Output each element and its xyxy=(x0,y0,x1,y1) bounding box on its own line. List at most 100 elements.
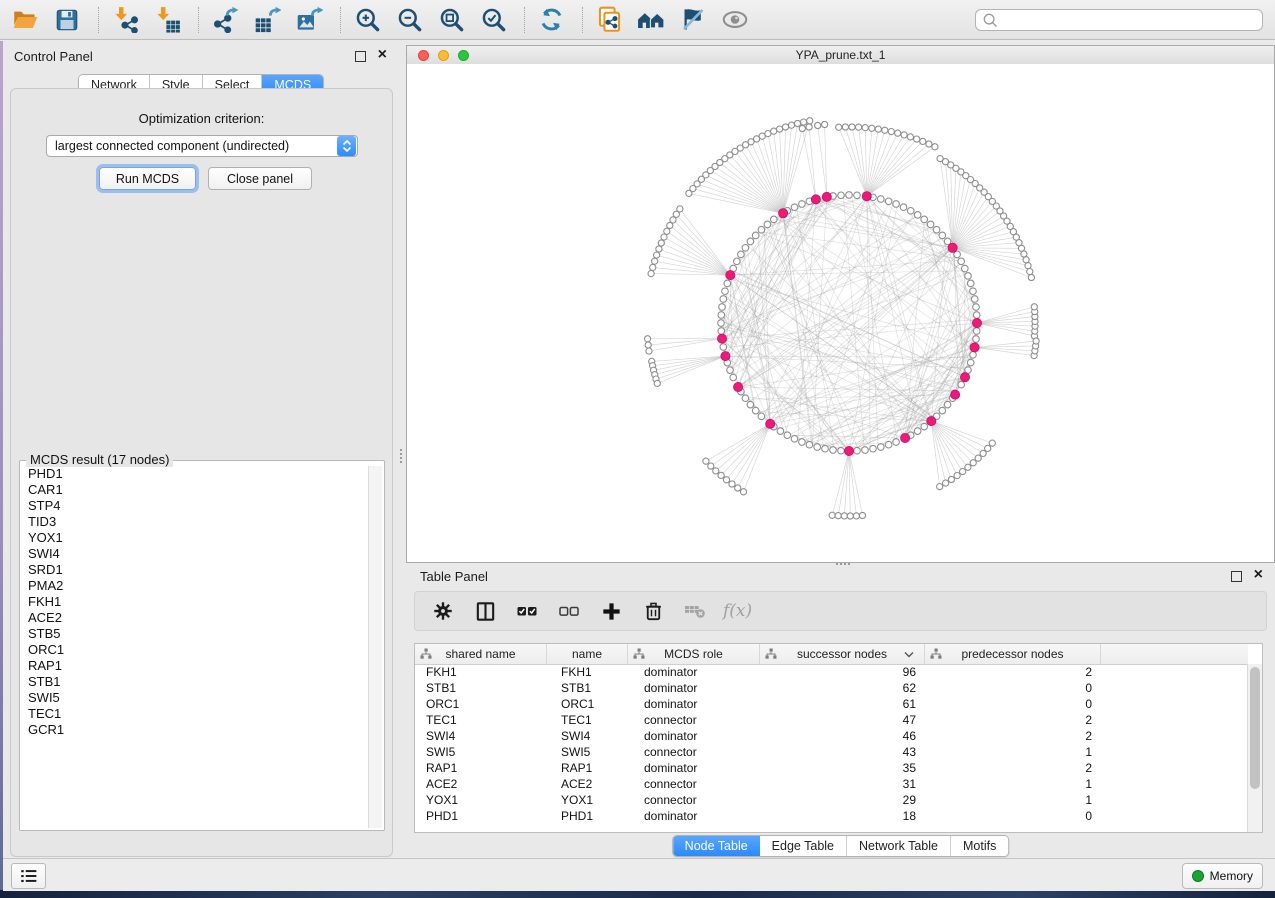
leaf-node[interactable] xyxy=(661,234,667,240)
list-item[interactable]: SWI4 xyxy=(22,546,367,562)
ring-node[interactable] xyxy=(914,428,921,435)
ring-node[interactable] xyxy=(878,444,885,451)
mcds-hub-node[interactable] xyxy=(822,192,831,201)
leaf-node[interactable] xyxy=(718,472,724,478)
leaf-node[interactable] xyxy=(895,130,901,136)
criterion-dropdown[interactable]: largest connected component (undirected) xyxy=(46,135,358,157)
column-header-name[interactable]: name xyxy=(547,644,628,664)
zoom-out-button[interactable] xyxy=(394,5,424,35)
leaf-node[interactable] xyxy=(788,122,794,128)
import-network-button[interactable] xyxy=(110,5,140,35)
ring-node[interactable] xyxy=(791,204,798,211)
leaf-node[interactable] xyxy=(989,440,995,446)
leaf-node[interactable] xyxy=(646,348,652,354)
leaf-node[interactable] xyxy=(926,141,932,147)
ring-node[interactable] xyxy=(806,441,813,448)
list-item[interactable]: GCR1 xyxy=(22,722,367,738)
mcds-hub-node[interactable] xyxy=(951,390,960,399)
ring-node[interactable] xyxy=(799,201,806,208)
leaf-node[interactable] xyxy=(970,460,976,466)
leaf-node[interactable] xyxy=(965,464,971,470)
ring-node[interactable] xyxy=(967,359,974,366)
leaf-node[interactable] xyxy=(652,258,658,264)
leaf-node[interactable] xyxy=(907,134,913,140)
leaf-node[interactable] xyxy=(740,489,746,495)
leaf-node[interactable] xyxy=(807,118,813,124)
ring-node[interactable] xyxy=(921,423,928,430)
ring-node[interactable] xyxy=(764,221,771,228)
table-row[interactable]: YOX1YOX1connector291 xyxy=(415,792,1248,808)
ring-node[interactable] xyxy=(921,216,928,223)
ring-node[interactable] xyxy=(720,344,727,351)
leaf-node[interactable] xyxy=(849,124,855,130)
zoom-selected-button[interactable] xyxy=(478,5,508,35)
leaf-node[interactable] xyxy=(847,513,853,519)
ring-node[interactable] xyxy=(799,439,806,446)
ring-node[interactable] xyxy=(862,447,869,454)
ring-node[interactable] xyxy=(958,258,965,265)
column-header-mcds-role[interactable]: MCDS role xyxy=(628,644,760,664)
table-row[interactable]: PHD1PHD1dominator180 xyxy=(415,808,1248,824)
mcds-hub-node[interactable] xyxy=(726,271,735,280)
ring-node[interactable] xyxy=(747,238,754,245)
leaf-node[interactable] xyxy=(882,127,888,133)
ring-node[interactable] xyxy=(927,221,934,228)
ring-node[interactable] xyxy=(970,288,977,295)
mcds-hub-node[interactable] xyxy=(862,192,871,201)
list-item[interactable]: YOX1 xyxy=(22,530,367,546)
ring-node[interactable] xyxy=(822,445,829,452)
leaf-node[interactable] xyxy=(667,222,673,228)
leaf-node[interactable] xyxy=(853,513,859,519)
ring-node[interactable] xyxy=(965,273,972,280)
column-header-successor-nodes[interactable]: successor nodes xyxy=(760,644,925,664)
leaf-node[interactable] xyxy=(901,132,907,138)
ring-node[interactable] xyxy=(973,312,980,319)
hide-selected-button[interactable] xyxy=(678,5,708,35)
list-item[interactable]: ORC1 xyxy=(22,642,367,658)
leaf-node[interactable] xyxy=(943,480,949,486)
leaf-node[interactable] xyxy=(960,469,966,475)
table-row[interactable]: SWI5SWI5connector431 xyxy=(415,744,1248,760)
close-panel-icon[interactable]: × xyxy=(378,45,387,65)
ring-node[interactable] xyxy=(738,251,745,258)
leaf-node[interactable] xyxy=(801,119,807,125)
mcds-hub-node[interactable] xyxy=(901,433,910,442)
leaf-node[interactable] xyxy=(841,513,847,519)
list-item[interactable]: PHD1 xyxy=(22,466,367,482)
leaf-node[interactable] xyxy=(1033,338,1039,344)
table-row[interactable]: ORC1ORC1dominator610 xyxy=(415,696,1248,712)
leaf-node[interactable] xyxy=(686,190,692,196)
ring-node[interactable] xyxy=(742,395,749,402)
mcds-hub-node[interactable] xyxy=(948,243,957,252)
leaf-node[interactable] xyxy=(1028,274,1034,280)
mcds-result-list[interactable]: PHD1 CAR1 STP4 TID3 YOX1 SWI4 SRD1 PMA2 … xyxy=(22,466,367,828)
mcds-hub-node[interactable] xyxy=(717,334,726,343)
ring-node[interactable] xyxy=(734,258,741,265)
ring-node[interactable] xyxy=(967,280,974,287)
leaf-node[interactable] xyxy=(985,445,991,451)
search-input[interactable] xyxy=(1002,12,1256,29)
show-column-panel-button[interactable] xyxy=(471,597,499,625)
select-all-button[interactable] xyxy=(513,597,541,625)
ring-node[interactable] xyxy=(944,401,951,408)
mcds-hub-node[interactable] xyxy=(970,343,979,352)
list-item[interactable]: RAP1 xyxy=(22,658,367,674)
leaf-node[interactable] xyxy=(806,124,812,130)
ring-node[interactable] xyxy=(971,296,978,303)
export-table-button[interactable] xyxy=(252,5,282,35)
network-graph[interactable] xyxy=(407,64,1274,562)
close-panel-button[interactable]: Close panel xyxy=(208,167,312,190)
leaf-node[interactable] xyxy=(836,124,842,130)
leaf-node[interactable] xyxy=(980,450,986,456)
ring-node[interactable] xyxy=(854,192,861,199)
ring-node[interactable] xyxy=(907,208,914,215)
run-mcds-button[interactable]: Run MCDS xyxy=(99,167,196,190)
leaf-node[interactable] xyxy=(794,120,800,126)
ring-node[interactable] xyxy=(718,320,725,327)
list-item[interactable]: STB5 xyxy=(22,626,367,642)
ring-node[interactable] xyxy=(742,245,749,252)
show-all-button[interactable] xyxy=(720,5,750,35)
first-neighbors-button[interactable] xyxy=(636,5,666,35)
leaf-node[interactable] xyxy=(859,512,865,518)
leaf-node[interactable] xyxy=(888,129,894,135)
